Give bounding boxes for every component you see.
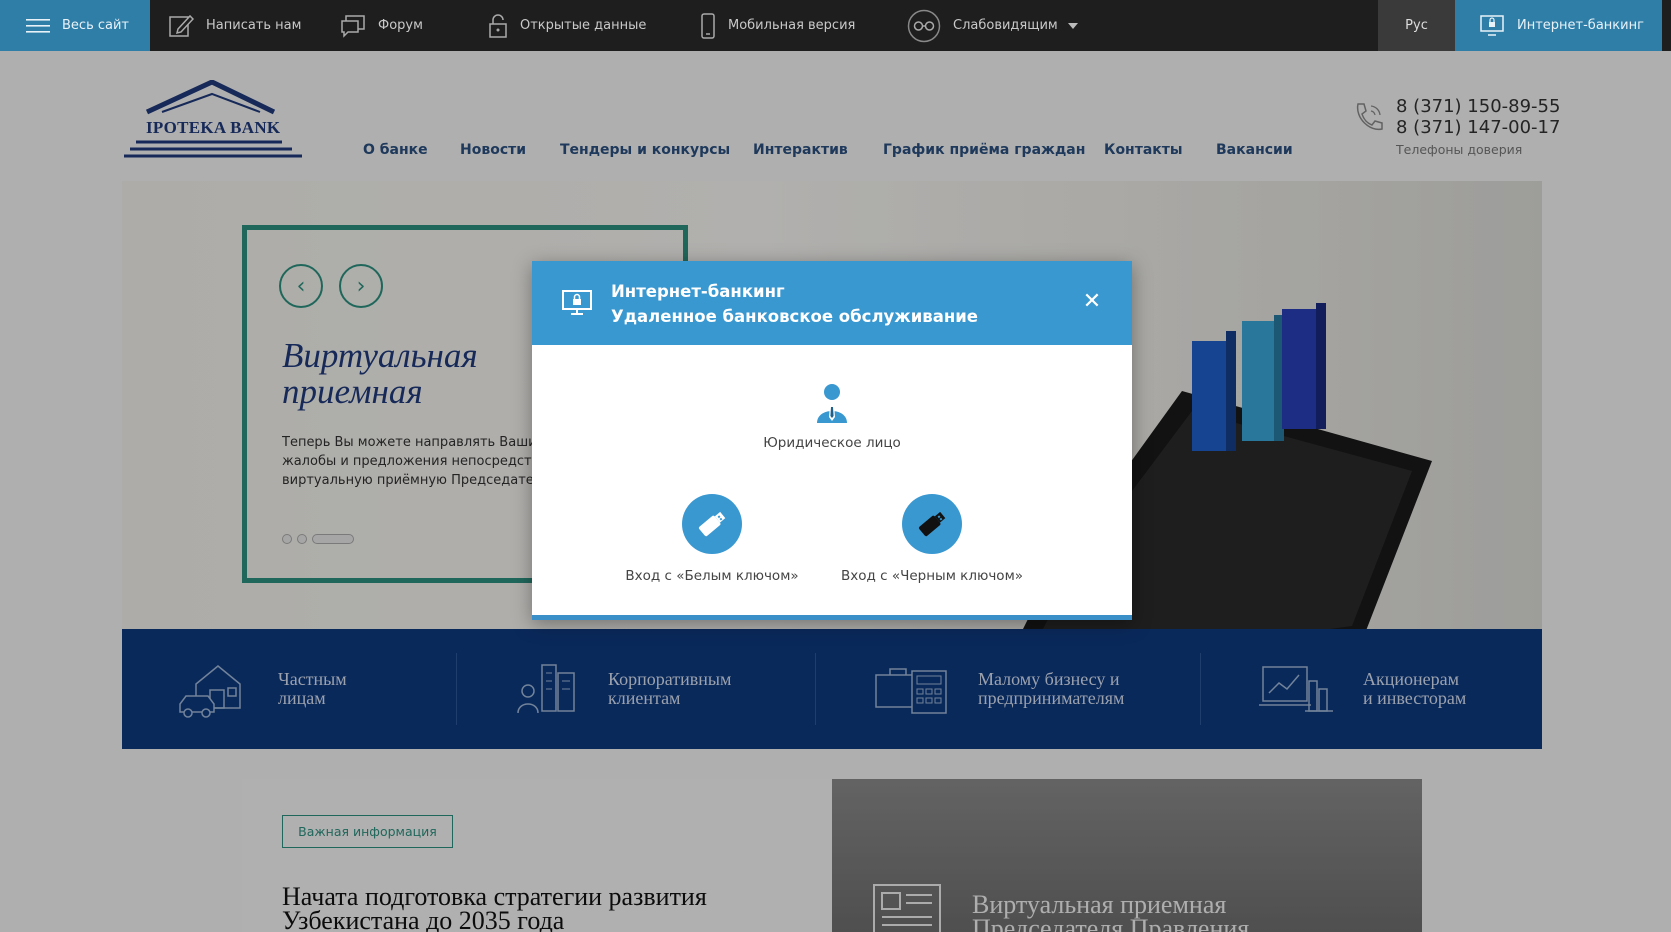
white-usb-key-icon [682,494,742,554]
category-shareholders-label: Акционерам и инвесторам [1363,669,1467,708]
glasses-icon [907,9,941,42]
white-key-label: Вход с «Белым ключом» [625,568,799,584]
chat-icon [341,14,365,38]
legal-entity-option[interactable]: Юридическое лицо [739,383,925,451]
news-headline[interactable]: Начата подготовка стратегии развития Узб… [282,884,802,932]
slider-dots [282,534,354,544]
nav-item-tenders[interactable]: Тендеры и конкурсы [560,142,730,158]
hero-text-line: Теперь Вы можете направлять Ваши [282,435,537,450]
category-corporate[interactable]: Корпоративным клиентам [516,629,731,749]
black-key-login[interactable]: Вход с «Черным ключом» [841,494,1023,584]
low-vision-toggle[interactable]: Слабовидящим [907,0,1078,51]
unlock-icon [489,13,507,38]
briefcase-calculator-icon [875,668,947,714]
category-shareholders[interactable]: Акционерам и инвесторам [1259,629,1466,749]
modal-header: Интернет-банкинг Удаленное банковское об… [532,261,1132,345]
pencil-icon [169,14,194,37]
nav-item-news[interactable]: Новости [460,142,526,158]
language-label: Рус [1405,18,1428,33]
news-panel: Важная информация Начата подготовка стра… [242,779,832,932]
phone-handset-icon [1356,103,1383,131]
virtual-reception-title: Виртуальная приемная Председателя Правле… [972,890,1250,932]
document-icon [873,884,941,932]
modal-title: Интернет-банкинг Удаленное банковское об… [611,279,978,329]
nav-item-about[interactable]: О банке [363,142,428,158]
open-data-label: Открытые данные [520,18,647,33]
all-site-menu-button[interactable]: Весь сайт [0,0,150,51]
customer-categories: Частным лицам Корпоративным клиентам Мал… [122,629,1542,749]
divider [1200,653,1201,725]
modal-subtitle-line: Удаленное банковское обслуживание [611,307,978,326]
nav-item-vacancies[interactable]: Вакансии [1216,142,1293,158]
monitor-lock-icon [1480,14,1504,36]
hero-text-line: жалобы и предложения непосредств [282,454,537,469]
close-icon[interactable]: ✕ [1081,291,1103,313]
slider-next-button[interactable]: › [339,264,383,308]
business-person-icon [817,384,847,423]
nav-item-interactive[interactable]: Интерактив [753,142,848,158]
write-us-label: Написать нам [206,18,302,33]
divider [456,653,457,725]
chevron-down-icon [1067,22,1078,29]
slider-dot-active[interactable] [312,534,354,544]
white-key-login[interactable]: Вход с «Белым ключом» [625,494,799,584]
mobile-version-link[interactable]: Мобильная версия [700,0,855,51]
black-key-label: Вход с «Черным ключом» [840,568,1024,584]
house-car-icon [179,665,241,718]
top-bar: Весь сайт Написать нам Форум Открытые да… [0,0,1671,51]
slider-dot[interactable] [297,534,307,544]
slider-dot[interactable] [282,534,292,544]
language-selector[interactable]: Рус [1378,0,1455,51]
category-small-business[interactable]: Малому бизнесу и предпринимателям [874,629,1124,749]
trust-phones: 8 (371) 150-89-55 8 (371) 147-00-17 Теле… [1396,96,1560,158]
internet-banking-modal: Интернет-банкинг Удаленное банковское об… [532,261,1132,620]
logo-text: IPOTEKA BANK [146,118,281,137]
important-info-badge[interactable]: Важная информация [282,815,453,848]
nav-item-contacts[interactable]: Контакты [1104,142,1183,158]
category-small-business-label: Малому бизнесу и предпринимателям [978,669,1125,708]
black-usb-key-icon [902,494,962,554]
monitor-lock-icon [562,290,592,315]
forum-label: Форум [378,18,423,33]
phone-icon [701,12,715,39]
hero-text-line: виртуальную приёмную Председател [282,473,537,488]
forum-link[interactable]: Форум [340,0,423,51]
all-site-label: Весь сайт [62,18,129,33]
hamburger-icon [26,18,50,33]
nav-item-schedule[interactable]: График приёма граждан [883,142,1085,158]
category-corporate-label: Корпоративным клиентам [608,669,732,708]
chart-monitor-icon [1259,666,1333,712]
category-private-label: Частным лицам [278,669,347,708]
internet-banking-label: Интернет-банкинг [1517,18,1644,33]
slider-prev-button[interactable]: ‹ [279,264,323,308]
mobile-version-label: Мобильная версия [728,18,856,33]
write-us-link[interactable]: Написать нам [168,0,301,51]
phone-number-2[interactable]: 8 (371) 147-00-17 [1396,117,1560,138]
open-data-link[interactable]: Открытые данные [488,0,646,51]
low-vision-label: Слабовидящим [953,18,1058,33]
phone-number-1[interactable]: 8 (371) 150-89-55 [1396,96,1560,117]
ipoteka-bank-logo[interactable]: IPOTEKA BANK [122,79,307,162]
hero-description: Теперь Вы можете направлять Ваши жалобы … [282,433,537,490]
legal-entity-label: Юридическое лицо [763,435,901,451]
buildings-person-icon [517,664,575,714]
category-private[interactable]: Частным лицам [178,629,347,749]
phones-caption: Телефоны доверия [1396,142,1523,157]
virtual-reception-panel[interactable]: Виртуальная приемная Председателя Правле… [832,779,1422,932]
internet-banking-button[interactable]: Интернет-банкинг [1455,0,1662,51]
hero-title[interactable]: Виртуальная приемная [282,338,542,410]
modal-title-line: Интернет-банкинг [611,282,785,301]
divider [815,653,816,725]
